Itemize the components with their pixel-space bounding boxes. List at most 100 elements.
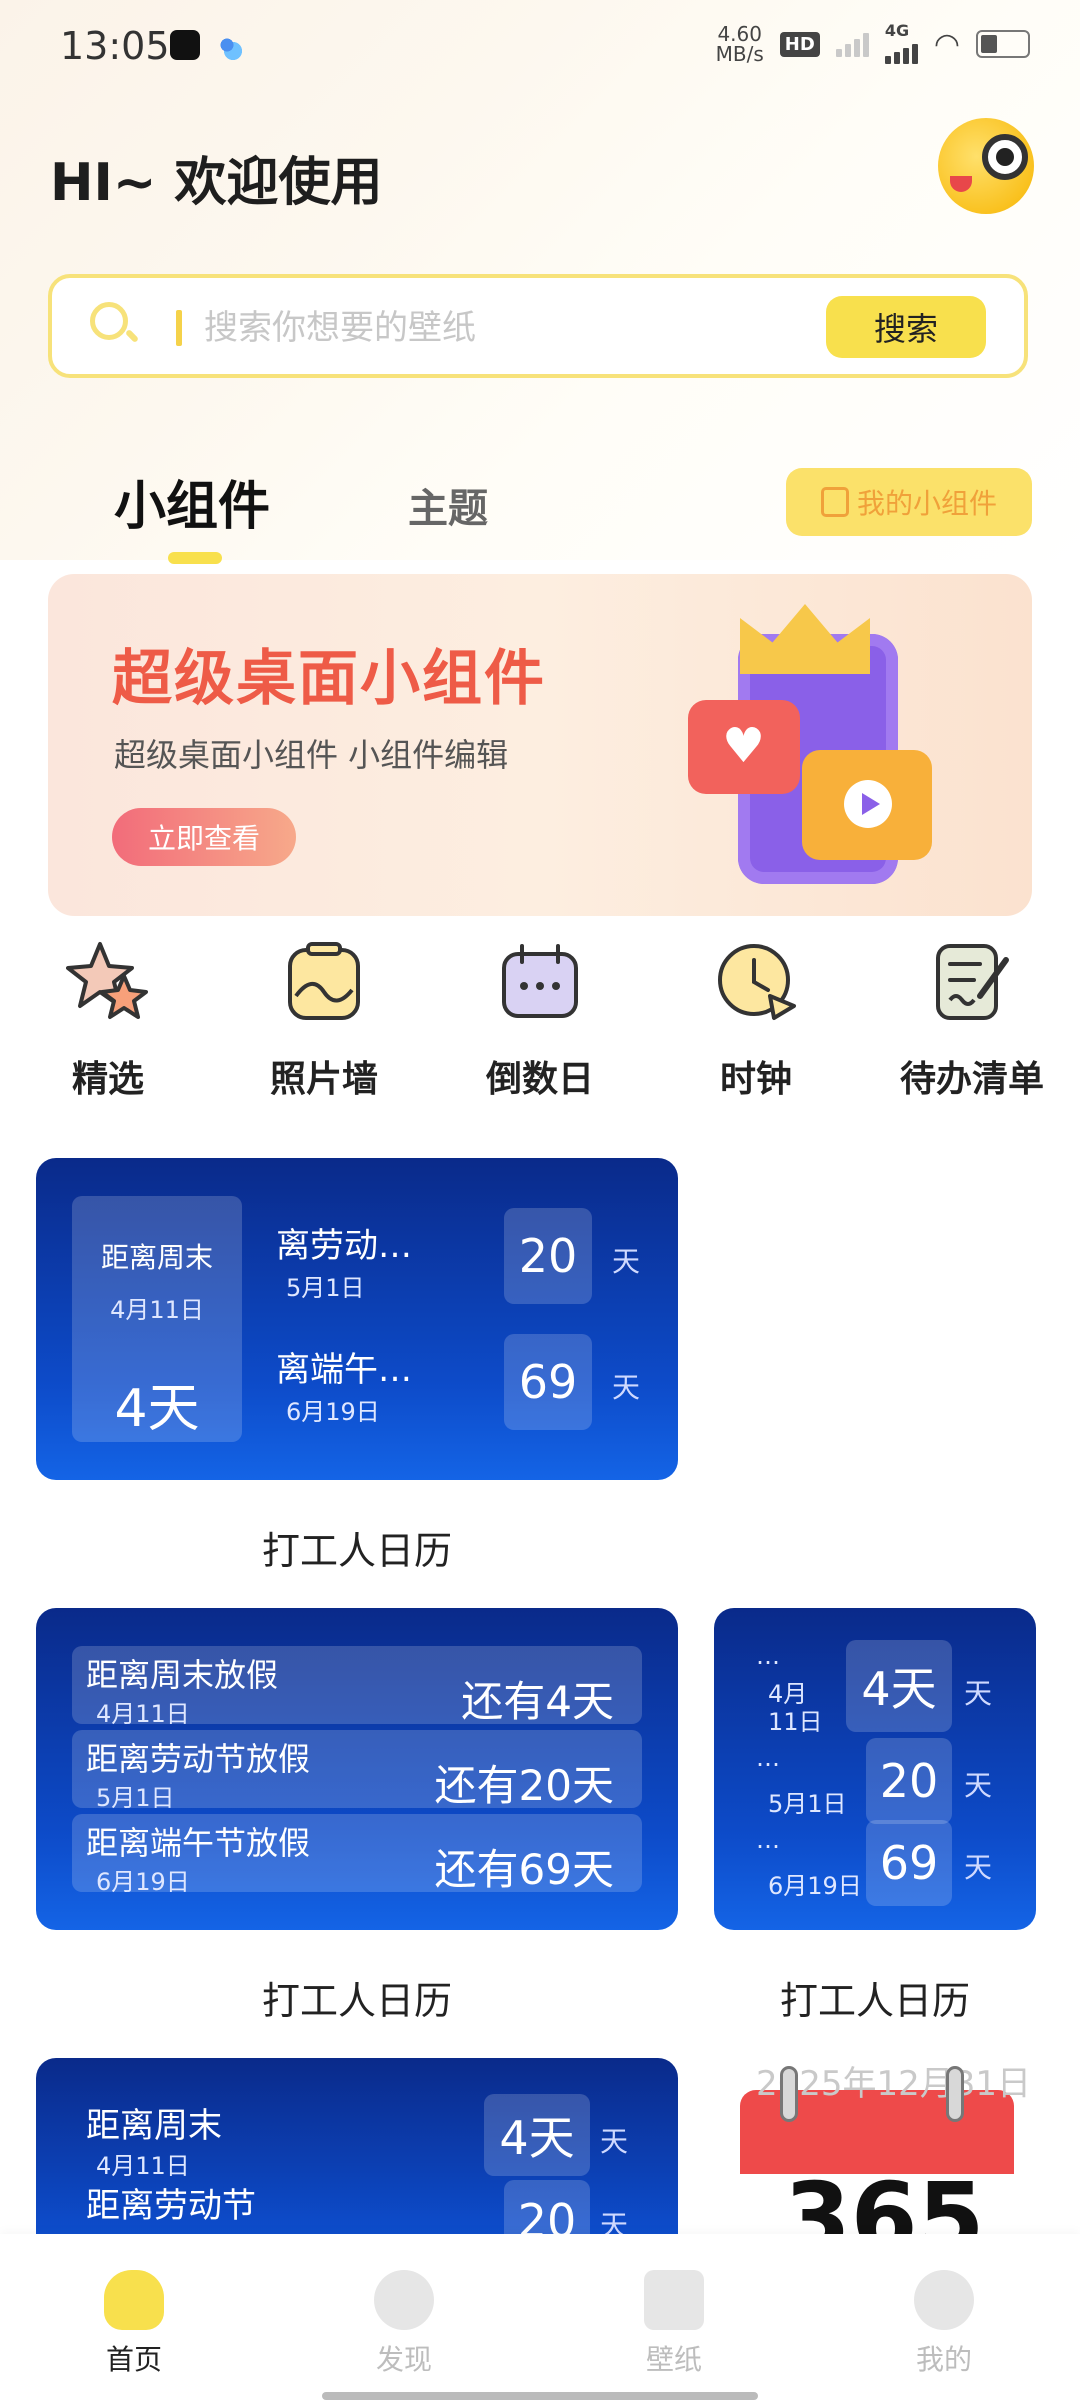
search-input[interactable] bbox=[202, 302, 806, 354]
stars-icon bbox=[66, 942, 148, 1019]
category-label: 倒数日 bbox=[485, 1059, 594, 1100]
nav-label: 壁纸 bbox=[645, 2343, 702, 2376]
days-unit: 天 bbox=[612, 1371, 641, 1404]
nav-home[interactable]: 首页 bbox=[64, 2270, 204, 2378]
row-date: 6月19日 bbox=[96, 1868, 190, 1896]
avatar[interactable] bbox=[938, 118, 1034, 214]
magnifier-eye-icon bbox=[982, 134, 1028, 180]
row-title: … bbox=[756, 1642, 780, 1670]
row-title: 距离周末 bbox=[86, 2106, 222, 2146]
tab-widgets[interactable]: 小组件 bbox=[114, 464, 270, 539]
promo-banner[interactable]: 超级桌面小组件 超级桌面小组件 小组件编辑 立即查看 ♥ bbox=[48, 574, 1032, 916]
row-date: 5月1日 bbox=[768, 1790, 847, 1818]
search-icon bbox=[90, 302, 128, 340]
active-tab-indicator bbox=[168, 552, 222, 564]
category-label: 时钟 bbox=[719, 1059, 792, 1100]
signal-icon-sim1 bbox=[835, 31, 869, 57]
hd-icon: HD bbox=[779, 31, 820, 57]
video-illustration bbox=[802, 750, 932, 860]
days-count: 4天 bbox=[484, 2094, 590, 2176]
search-bar: 搜索 bbox=[48, 274, 1028, 378]
days-unit: 天 bbox=[964, 1677, 993, 1710]
status-indicators: 4.60 MB/s HD 4G ◠ bbox=[716, 21, 1030, 64]
calendar-icon bbox=[502, 944, 578, 1018]
row-date: 4月11日 bbox=[96, 1700, 190, 1728]
category-todo[interactable]: 待办清单 bbox=[882, 940, 1062, 1102]
home-icon bbox=[104, 2270, 164, 2330]
calendar-ring-icon bbox=[780, 2066, 798, 2122]
row-date: 4月11日 bbox=[768, 1680, 823, 1736]
countdown-row: 距离端午节放假 6月19日 还有69天 bbox=[72, 1814, 642, 1896]
my-widgets-button[interactable]: 我的小组件 bbox=[786, 468, 1032, 536]
remain-text: 还有69天 bbox=[434, 1845, 614, 1892]
category-featured[interactable]: 精选 bbox=[18, 940, 198, 1102]
row-title: 距离端午节放假 bbox=[86, 1824, 311, 1862]
widget-card-countdown-1[interactable]: 距离周末 4月11日 4天 离劳动… 5月1日 20 天 离端午… 6月19日 … bbox=[36, 1158, 678, 1480]
row-date: 5月1日 bbox=[286, 1274, 365, 1302]
calendar-ring-icon bbox=[946, 2066, 964, 2122]
countdown-row: 距离劳动节放假 5月1日 还有20天 bbox=[72, 1730, 642, 1812]
nav-wallpaper[interactable]: 壁纸 bbox=[604, 2270, 744, 2378]
category-label: 精选 bbox=[71, 1059, 144, 1100]
days-unit: 天 bbox=[964, 1851, 993, 1884]
category-clock[interactable]: 时钟 bbox=[666, 940, 846, 1102]
nav-profile[interactable]: 我的 bbox=[874, 2270, 1014, 2378]
widget-card-countdown-3[interactable]: … 4月11日 4天 天 … 5月1日 20 天 … 6月19日 69 天 bbox=[714, 1608, 1036, 1930]
photo-wall-icon bbox=[288, 942, 360, 1020]
days-count: 69 bbox=[504, 1334, 592, 1430]
network-type: 4G bbox=[884, 21, 910, 40]
remain-text: 还有20天 bbox=[434, 1761, 614, 1808]
row-title: 离端午… bbox=[276, 1350, 412, 1390]
nav-label: 首页 bbox=[105, 2343, 162, 2376]
weekend-count: 4天 bbox=[114, 1379, 200, 1439]
crown-illustration bbox=[740, 604, 870, 674]
category-countdown[interactable]: 倒数日 bbox=[450, 940, 630, 1102]
days-unit: 天 bbox=[612, 1245, 641, 1278]
row-date: 5月1日 bbox=[96, 1784, 175, 1812]
days-count: 4天 bbox=[846, 1640, 952, 1732]
heart-illustration: ♥ bbox=[688, 700, 800, 794]
signal-icon-sim2: 4G bbox=[884, 21, 918, 64]
todo-list-icon bbox=[936, 944, 1009, 1020]
row-title: 距离劳动节 bbox=[86, 2186, 256, 2226]
discover-icon bbox=[374, 2270, 434, 2330]
row-date: 6月19日 bbox=[768, 1872, 862, 1900]
row-title: … bbox=[756, 1744, 780, 1772]
my-widgets-label: 我的小组件 bbox=[856, 487, 997, 520]
nav-label: 发现 bbox=[375, 2343, 432, 2376]
row-date: 6月19日 bbox=[286, 1398, 380, 1426]
network-speed-value: 4.60 bbox=[717, 22, 762, 46]
tab-themes[interactable]: 主题 bbox=[408, 476, 488, 534]
days-count: 69 bbox=[866, 1820, 952, 1906]
days-unit: 天 bbox=[964, 1769, 993, 1802]
days-count: 20 bbox=[504, 1208, 592, 1304]
signal-bars-icon bbox=[884, 38, 918, 64]
row-date: 4月11日 bbox=[96, 2152, 190, 2180]
remain-text: 还有4天 bbox=[461, 1677, 614, 1724]
clock-icon bbox=[718, 944, 796, 1020]
countdown-row: 距离周末放假 4月11日 还有4天 bbox=[72, 1646, 642, 1728]
category-photo-wall[interactable]: 照片墙 bbox=[234, 940, 414, 1102]
weekend-title: 距离周末 bbox=[100, 1241, 213, 1274]
widget-caption: 打工人日历 bbox=[261, 1529, 452, 1573]
days-count: 20 bbox=[866, 1738, 952, 1824]
row-title: … bbox=[756, 1826, 780, 1854]
banner-title: 超级桌面小组件 bbox=[112, 644, 546, 714]
nav-discover[interactable]: 发现 bbox=[334, 2270, 474, 2378]
status-time: 13:05 bbox=[60, 24, 170, 68]
battery-icon bbox=[976, 30, 1030, 58]
profile-icon bbox=[914, 2270, 974, 2330]
network-speed-unit: MB/s bbox=[715, 42, 764, 66]
banner-view-button[interactable]: 立即查看 bbox=[112, 808, 296, 866]
days-unit: 天 bbox=[600, 2125, 629, 2158]
text-cursor bbox=[176, 310, 182, 346]
status-bar: 13:05 4.60 MB/s HD 4G ◠ bbox=[0, 0, 1080, 96]
network-speed: 4.60 MB/s bbox=[716, 24, 764, 64]
search-button[interactable]: 搜索 bbox=[826, 296, 986, 358]
app-notification-icon bbox=[212, 30, 242, 60]
category-label: 照片墙 bbox=[269, 1059, 378, 1100]
widget-card-countdown-2[interactable]: 距离周末放假 4月11日 还有4天 距离劳动节放假 5月1日 还有20天 距离端… bbox=[36, 1608, 678, 1930]
widget-caption: 打工人日历 bbox=[779, 1979, 970, 2023]
wallpaper-icon bbox=[644, 2270, 704, 2330]
tiktok-app-icon bbox=[170, 30, 200, 60]
